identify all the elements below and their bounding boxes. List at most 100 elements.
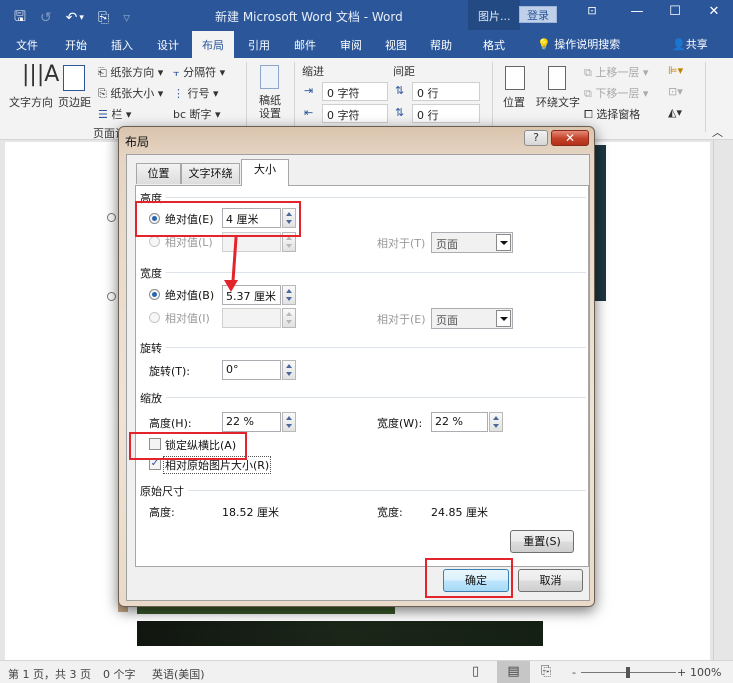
spacing-before-input[interactable]: 0 行 — [412, 82, 480, 101]
scale-height-input[interactable]: 22 % — [222, 412, 281, 432]
breaks-button[interactable]: ⫟ 分隔符 ▾ — [173, 64, 225, 80]
resize-handle[interactable] — [107, 213, 116, 222]
second-image[interactable] — [137, 621, 543, 646]
indent-left-input[interactable]: 0 字符 — [322, 82, 388, 101]
orientation-button[interactable]: ⎗ 纸张方向 ▾ — [98, 64, 163, 80]
tab-layout[interactable]: 布局 — [192, 31, 234, 58]
width-absolute-label: 绝对值(B) — [165, 289, 215, 302]
send-backward-button[interactable]: ⧉ 下移一层 ▾ — [584, 85, 648, 101]
tab-review[interactable]: 审阅 — [340, 37, 362, 53]
tab-view[interactable]: 视图 — [385, 37, 407, 53]
page-count[interactable]: 第 1 页，共 3 页 — [8, 666, 91, 682]
orientation-label: 纸张方向 ▾ — [110, 66, 164, 79]
annotation-arrow-head — [224, 280, 238, 292]
wrap-text-button[interactable]: 环绕文字 — [536, 94, 580, 110]
cancel-button[interactable]: 取消 — [518, 569, 583, 592]
share-label: 共享 — [685, 38, 708, 51]
undo-icon[interactable]: ↶ — [66, 10, 78, 26]
maximize-button[interactable]: ☐ — [660, 4, 690, 19]
width-relative-radio[interactable] — [149, 312, 160, 323]
size-button[interactable]: ⎘ 纸张大小 ▾ — [98, 85, 163, 101]
height-relative-radio[interactable] — [149, 236, 160, 247]
selection-pane-button[interactable]: ⧠ 选择窗格 — [584, 106, 640, 122]
margins-button[interactable]: 页边距 — [58, 94, 91, 110]
text-direction-button[interactable]: 文字方向 — [9, 94, 53, 110]
collapse-ribbon-icon[interactable]: ︿ — [712, 124, 723, 140]
highlight-ok-button — [425, 558, 513, 598]
customize-qat-icon[interactable]: ▿ — [123, 10, 130, 26]
group-separator — [492, 62, 493, 132]
share-button[interactable]: 👤共享 — [672, 36, 708, 52]
tell-me-search[interactable]: 💡 操作说明搜索 — [537, 36, 620, 52]
tab-mailings[interactable]: 邮件 — [294, 37, 316, 53]
touch-mode-icon[interactable]: ⎘ — [98, 10, 109, 26]
rotation-input[interactable]: 0° — [222, 360, 281, 380]
tab-text-wrapping[interactable]: 文字环绕 — [181, 163, 240, 184]
width-absolute-spinner[interactable] — [282, 285, 296, 305]
paper-size-icon: ⎘ — [98, 87, 107, 100]
resize-handle[interactable] — [107, 292, 116, 301]
width-absolute-radio[interactable] — [149, 289, 160, 300]
rotate-icon[interactable]: ◭▾ — [668, 106, 682, 119]
bring-forward-button[interactable]: ⧉ 上移一层 ▾ — [584, 64, 648, 80]
save-icon[interactable]: 🖫 — [14, 6, 26, 30]
zoom-level[interactable]: 100% — [690, 666, 721, 679]
group-icon[interactable]: ⊡▾ — [668, 85, 683, 98]
undo-dropdown-icon[interactable]: ▾ — [79, 13, 84, 23]
zoom-out-button[interactable]: - — [572, 666, 576, 679]
scale-width-input[interactable]: 22 % — [431, 412, 488, 432]
reset-button[interactable]: 重置(S) — [510, 530, 574, 553]
rotation-section-label: 旋转 — [140, 342, 162, 355]
manuscript-button[interactable]: 稿纸设置 — [259, 94, 283, 120]
language[interactable]: 英语(美国) — [152, 666, 205, 682]
tab-help[interactable]: 帮助 — [430, 37, 452, 53]
status-bar: 第 1 页，共 3 页 0 个字 英语(美国) ▯ ▤ ⎘ - + 100% — [0, 660, 733, 683]
group-separator — [246, 62, 247, 132]
layout-dialog: 布局 ? ✕ 位置 文字环绕 大小 高度 绝对值(E) 4 厘米 相对值(L) … — [118, 126, 595, 607]
quick-access-toolbar: 🖫 ↺ ↶ ▾ ⎘ ▿ — [14, 6, 130, 30]
align-icon[interactable]: ⊫▾ — [668, 64, 683, 77]
ribbon-display-options-icon[interactable]: ⊡ — [577, 4, 607, 17]
width-relative-input[interactable] — [222, 308, 281, 328]
rotation-spinner[interactable] — [282, 360, 296, 380]
zoom-in-button[interactable]: + — [677, 666, 686, 679]
width-relative-spinner[interactable] — [282, 308, 296, 328]
dialog-close-button[interactable]: ✕ — [551, 130, 589, 146]
tab-format[interactable]: 格式 — [483, 37, 505, 53]
position-button[interactable]: 位置 — [503, 94, 525, 110]
breaks-icon: ⫟ — [173, 66, 180, 79]
height-relative-to-label: 相对于(T) — [377, 237, 426, 250]
spacing-after-input[interactable]: 0 行 — [412, 104, 480, 123]
close-button[interactable]: ✕ — [699, 4, 729, 19]
word-count[interactable]: 0 个字 — [103, 666, 136, 682]
vertical-scrollbar[interactable] — [713, 140, 733, 660]
help-button[interactable]: ? — [524, 130, 548, 146]
redo-icon[interactable]: ↺ — [40, 10, 52, 26]
login-button[interactable]: 登录 — [519, 6, 557, 23]
minimize-button[interactable]: — — [622, 4, 652, 19]
tab-design[interactable]: 设计 — [157, 37, 179, 53]
print-layout-icon[interactable]: ▤ — [497, 661, 530, 683]
line-numbers-button[interactable]: ⋮ 行号 ▾ — [173, 85, 219, 101]
zoom-slider-thumb[interactable] — [626, 667, 630, 678]
read-mode-icon[interactable]: ▯ — [472, 664, 479, 679]
tab-file[interactable]: 文件 — [16, 37, 38, 53]
width-relative-to-select[interactable]: 页面 — [431, 308, 513, 329]
hyphenation-button[interactable]: bc 断字 ▾ — [173, 106, 221, 122]
scale-height-spinner[interactable] — [282, 412, 296, 432]
spacing-label: 间距 — [393, 65, 415, 78]
indent-right-input[interactable]: 0 字符 — [322, 104, 388, 123]
tab-size[interactable]: 大小 — [241, 159, 289, 186]
web-layout-icon[interactable]: ⎘ — [541, 664, 551, 679]
tab-position[interactable]: 位置 — [136, 163, 181, 184]
columns-button[interactable]: ☰ 栏 ▾ — [98, 106, 131, 122]
image-bottom-strip — [137, 606, 395, 614]
wrap-text-icon — [548, 66, 566, 90]
tab-home[interactable]: 开始 — [65, 37, 87, 53]
manuscript-icon — [260, 65, 279, 89]
scale-width-spinner[interactable] — [489, 412, 503, 432]
tab-insert[interactable]: 插入 — [111, 37, 133, 53]
tab-references[interactable]: 引用 — [248, 37, 270, 53]
height-relative-to-select[interactable]: 页面 — [431, 232, 513, 253]
hyphenation-label: 断字 ▾ — [189, 108, 221, 121]
